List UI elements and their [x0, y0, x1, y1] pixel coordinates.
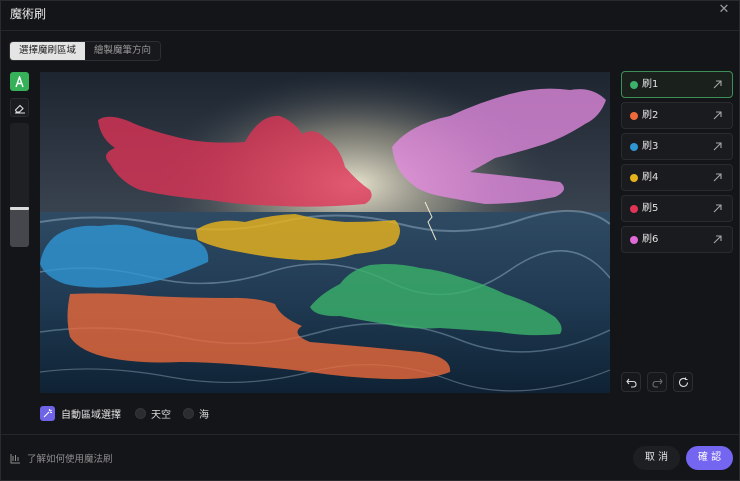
brush-item-5[interactable]: 刷5 — [621, 195, 733, 222]
option-sea[interactable]: 海 — [183, 406, 209, 421]
arrow-up-right-icon[interactable] — [712, 234, 723, 245]
radio-circle[interactable] — [183, 407, 194, 419]
brush-icon — [15, 75, 24, 87]
brush-label: 刷5 — [642, 203, 659, 214]
eraser-tool-button[interactable] — [10, 98, 29, 117]
brush-item-6[interactable]: 刷6 — [621, 226, 733, 253]
redo-icon — [651, 378, 663, 388]
help-text: 了解如何使用魔法刷 — [27, 454, 113, 465]
undo-icon — [625, 378, 637, 388]
arrow-up-right-icon[interactable] — [712, 172, 723, 183]
confirm-button[interactable]: 確 認 — [686, 446, 733, 470]
slider-fill — [10, 207, 29, 247]
arrow-up-right-icon[interactable] — [712, 203, 723, 214]
brush-color-dot — [630, 143, 638, 151]
storm-sea-image — [40, 72, 610, 393]
slider-handle[interactable] — [10, 207, 29, 210]
brush-color-dot — [630, 236, 638, 244]
reset-button[interactable] — [673, 372, 693, 392]
image-canvas[interactable] — [40, 72, 610, 393]
brush-item-3[interactable]: 刷3 — [621, 133, 733, 160]
eraser-icon — [14, 104, 25, 113]
brush-size-slider[interactable] — [10, 123, 29, 247]
undo-button[interactable] — [621, 372, 641, 392]
brush-color-dot — [630, 174, 638, 182]
brush-list: 刷1 刷2 刷3 刷4 刷5 刷6 — [621, 71, 733, 257]
reset-icon — [678, 377, 688, 387]
arrow-up-right-icon[interactable] — [712, 141, 723, 152]
brush-label: 刷3 — [642, 141, 659, 152]
redo-button[interactable] — [647, 372, 667, 392]
dialog-title: 魔術刷 — [10, 7, 47, 21]
brush-color-dot — [630, 205, 638, 213]
brush-item-4[interactable]: 刷4 — [621, 164, 733, 191]
magic-wand-icon[interactable] — [40, 405, 55, 421]
brush-tool-button[interactable] — [10, 72, 29, 91]
option-label: 天空 — [151, 409, 171, 421]
tab-select-region[interactable]: 選擇魔刷區域 — [10, 42, 86, 60]
brush-label: 刷4 — [642, 172, 659, 183]
arrow-up-right-icon[interactable] — [712, 110, 723, 121]
close-icon[interactable]: ✕ — [717, 3, 731, 17]
brush-item-1[interactable]: 刷1 — [621, 71, 733, 98]
help-link[interactable]: 了解如何使用魔法刷 — [10, 452, 113, 465]
brush-color-dot — [630, 81, 638, 89]
mode-tabs: 選擇魔刷區域 繪製魔筆方向 — [9, 41, 162, 61]
brush-label: 刷6 — [642, 234, 659, 245]
cancel-button[interactable]: 取 消 — [633, 446, 680, 470]
brush-item-2[interactable]: 刷2 — [621, 102, 733, 129]
brush-color-dot — [630, 112, 638, 120]
header-divider — [1, 30, 739, 31]
footer-divider — [1, 434, 739, 435]
tab-draw-direction[interactable]: 繪製魔筆方向 — [85, 42, 161, 60]
auto-select-label: 自動區域選擇 — [61, 409, 121, 421]
option-label: 海 — [199, 409, 209, 421]
brush-label: 刷2 — [642, 110, 659, 121]
auto-select-row: 自動區域選擇 天空 海 — [40, 405, 221, 421]
option-sky[interactable]: 天空 — [135, 406, 171, 421]
radio-circle[interactable] — [135, 407, 146, 419]
book-icon — [10, 453, 20, 463]
brush-label: 刷1 — [642, 79, 659, 90]
arrow-up-right-icon[interactable] — [712, 79, 723, 90]
magic-brush-dialog: 魔術刷 ✕ 選擇魔刷區域 繪製魔筆方向 刷1 刷2 刷3 刷4 刷5 刷6 自動… — [0, 0, 740, 481]
